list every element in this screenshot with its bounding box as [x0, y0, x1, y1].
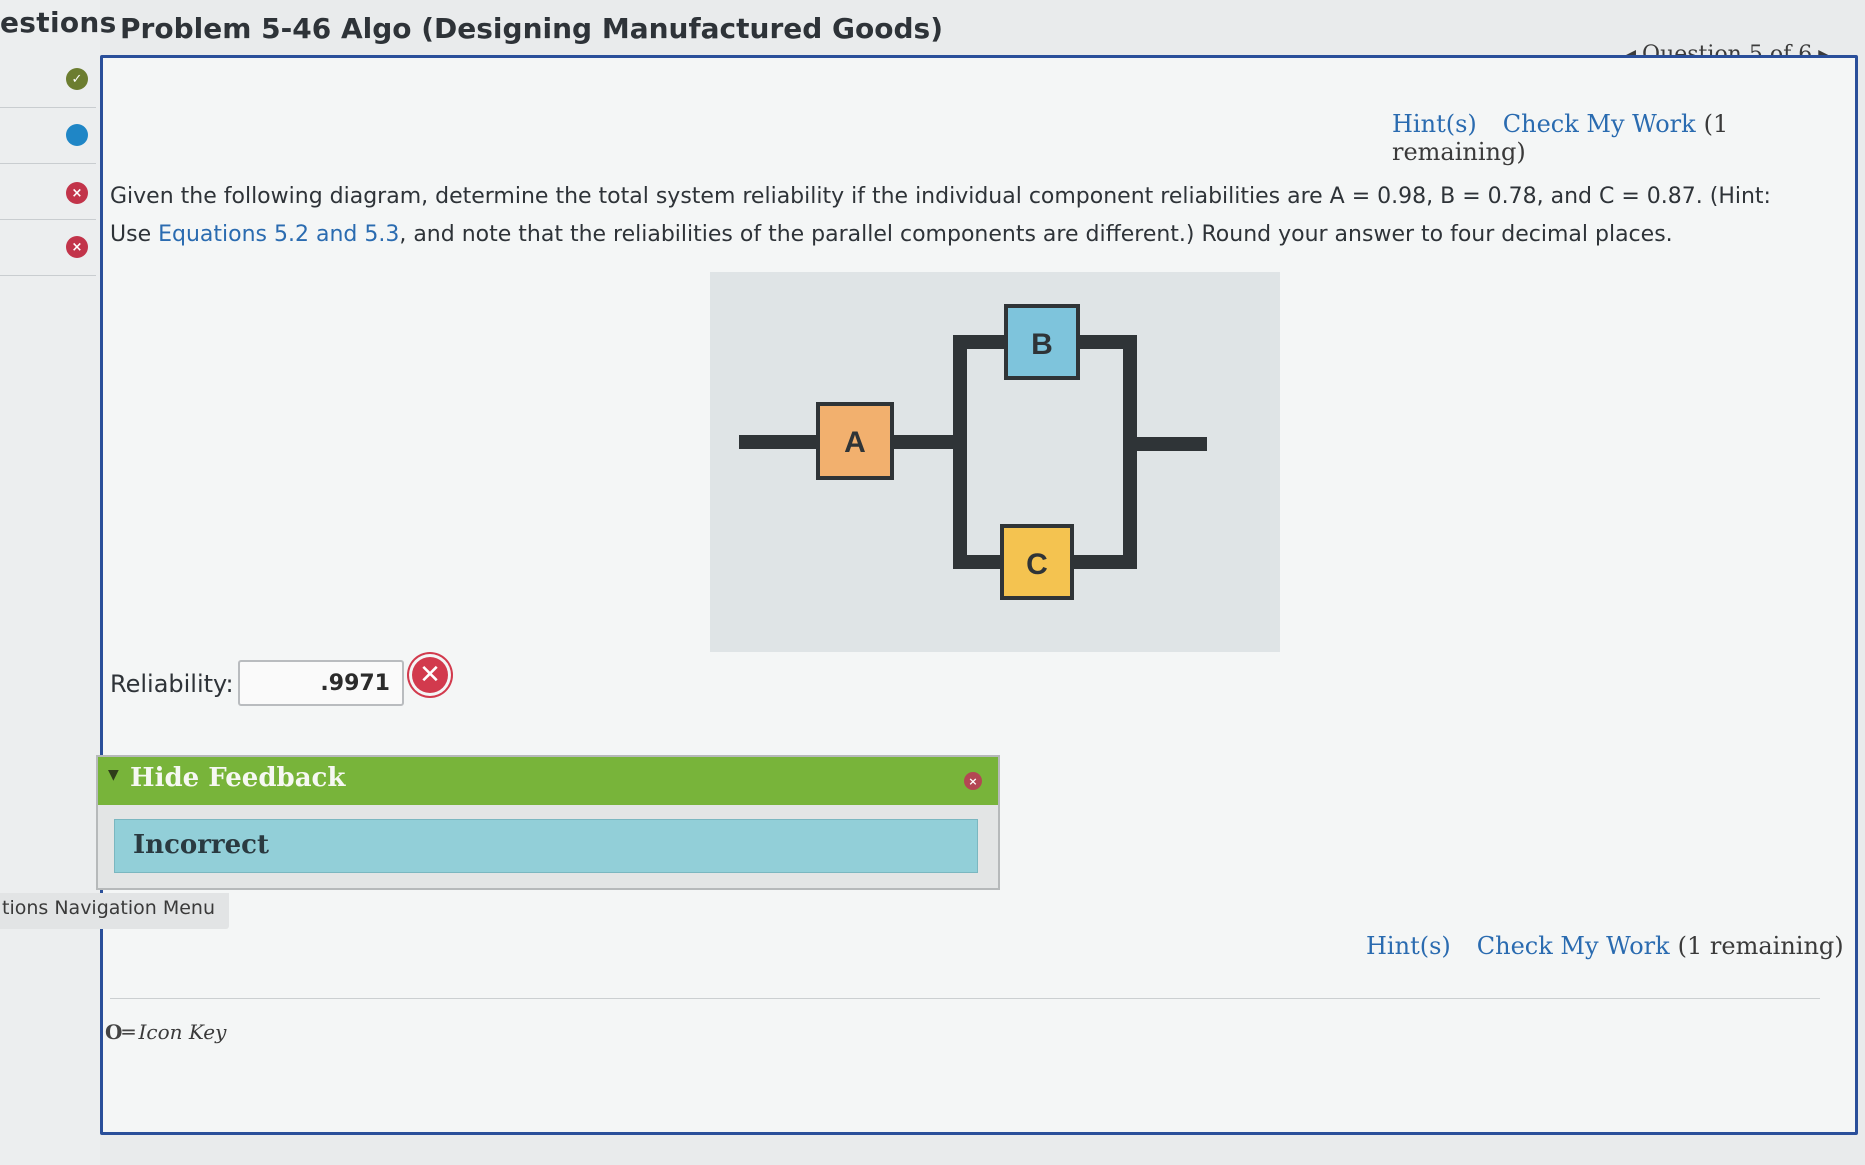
sidebar-question-3[interactable]: × — [0, 164, 96, 220]
question-sidebar: estions ✓ × × — [0, 0, 116, 1165]
sidebar-question-2[interactable] — [0, 108, 96, 164]
question-text-part2: , and note that the reliabilities of the… — [399, 222, 1673, 247]
check-my-work-link[interactable]: Check My Work — [1503, 110, 1696, 138]
sidebar-question-4[interactable]: × — [0, 220, 96, 276]
close-feedback-icon[interactable]: × — [964, 772, 982, 790]
tools-bottom: Hint(s) Check My Work (1 remaining) — [1366, 932, 1844, 960]
reliability-diagram: A B C — [710, 272, 1280, 652]
sidebar-title: estions — [0, 6, 117, 39]
tools-top: Hint(s) Check My Work (1 remaining) — [1392, 110, 1865, 166]
collapse-triangle-icon: ▼ — [108, 767, 119, 783]
x-circle-icon: × — [66, 236, 88, 258]
component-c-label: C — [1026, 548, 1048, 581]
sidebar-question-1[interactable]: ✓ — [0, 52, 96, 108]
icon-key-label: Icon Key — [138, 1020, 227, 1044]
footer-divider — [110, 998, 1820, 999]
check-my-work-link-bottom[interactable]: Check My Work — [1477, 932, 1670, 960]
reliability-label: Reliability: — [110, 670, 234, 698]
question-text: Given the following diagram, determine t… — [110, 178, 1790, 254]
x-circle-icon: ✕ — [412, 657, 448, 693]
x-circle-icon: × — [66, 182, 88, 204]
icon-key[interactable]: O═ Icon Key — [105, 1020, 226, 1044]
feedback-header[interactable]: ▼ Hide Feedback × — [98, 757, 998, 805]
page-title: Problem 5-46 Algo (Designing Manufacture… — [120, 12, 943, 45]
feedback-panel: ▼ Hide Feedback × Incorrect — [96, 755, 1000, 890]
feedback-result: Incorrect — [133, 830, 270, 860]
equations-link[interactable]: Equations 5.2 and 5.3 — [158, 222, 399, 247]
dot-icon — [66, 124, 88, 146]
component-b-label: B — [1031, 328, 1053, 361]
attempts-remaining-bottom: (1 remaining) — [1677, 932, 1844, 960]
reliability-input[interactable] — [238, 660, 404, 706]
questions-navigation-menu[interactable]: tions Navigation Menu — [0, 893, 230, 929]
key-icon: O═ — [105, 1020, 135, 1044]
component-a-label: A — [844, 426, 866, 459]
diagram-svg: A B C — [739, 304, 1207, 600]
hints-link-bottom[interactable]: Hint(s) — [1366, 932, 1451, 960]
hints-link[interactable]: Hint(s) — [1392, 110, 1477, 138]
check-circle-icon: ✓ — [66, 68, 88, 90]
hide-feedback-toggle[interactable]: Hide Feedback — [130, 763, 345, 793]
feedback-result-box: Incorrect — [114, 819, 978, 873]
